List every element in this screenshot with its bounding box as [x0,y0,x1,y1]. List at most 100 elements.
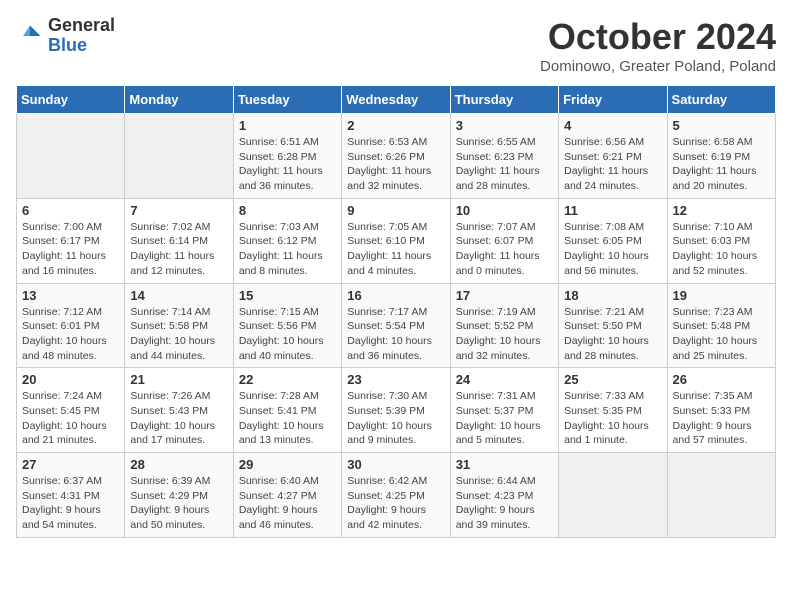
calendar-week-row: 13 Sunrise: 7:12 AM Sunset: 6:01 PM Dayli… [17,283,776,368]
calendar-cell: 9 Sunrise: 7:05 AM Sunset: 6:10 PM Daylig… [342,198,450,283]
calendar-cell: 25 Sunrise: 7:33 AM Sunset: 5:35 PM Dayli… [559,368,667,453]
day-number: 22 [239,372,336,387]
day-detail: Sunrise: 6:55 AM Sunset: 6:23 PM Dayligh… [456,135,553,194]
calendar-week-row: 1 Sunrise: 6:51 AM Sunset: 6:28 PM Daylig… [17,114,776,199]
day-number: 14 [130,288,227,303]
calendar-cell: 15 Sunrise: 7:15 AM Sunset: 5:56 PM Dayli… [233,283,341,368]
calendar-cell: 12Sunrise: 7:10 AM Sunset: 6:03 PM Dayli… [667,198,775,283]
calendar-cell: 8Sunrise: 7:03 AM Sunset: 6:12 PM Daylig… [233,198,341,283]
calendar-cell: 23 Sunrise: 7:30 AM Sunset: 5:39 PM Dayli… [342,368,450,453]
day-detail: Sunrise: 7:05 AM Sunset: 6:10 PM Dayligh… [347,220,444,279]
calendar-cell: 2 Sunrise: 6:53 AM Sunset: 6:26 PM Daylig… [342,114,450,199]
page-header: General Blue October 2024 Dominowo, Grea… [16,16,776,75]
day-number: 25 [564,372,661,387]
day-number: 13 [22,288,119,303]
calendar-week-row: 27 Sunrise: 6:37 AM Sunset: 4:31 PM Dayli… [17,453,776,538]
day-number: 15 [239,288,336,303]
calendar-week-row: 20 Sunrise: 7:24 AM Sunset: 5:45 PM Dayli… [17,368,776,453]
calendar-cell: 20 Sunrise: 7:24 AM Sunset: 5:45 PM Dayli… [17,368,125,453]
weekday-header-wednesday: Wednesday [342,86,450,114]
calendar-cell: 1 Sunrise: 6:51 AM Sunset: 6:28 PM Daylig… [233,114,341,199]
calendar-cell: 18Sunrise: 7:21 AM Sunset: 5:50 PM Dayli… [559,283,667,368]
weekday-header-row: SundayMondayTuesdayWednesdayThursdayFrid… [17,86,776,114]
day-number: 9 [347,203,444,218]
day-number: 26 [673,372,770,387]
day-number: 27 [22,457,119,472]
weekday-header-sunday: Sunday [17,86,125,114]
day-number: 4 [564,118,661,133]
calendar-cell: 3 Sunrise: 6:55 AM Sunset: 6:23 PM Daylig… [450,114,558,199]
calendar-table: SundayMondayTuesdayWednesdayThursdayFrid… [16,85,776,538]
day-number: 2 [347,118,444,133]
day-detail: Sunrise: 7:08 AM Sunset: 6:05 PM Dayligh… [564,220,661,279]
day-number: 21 [130,372,227,387]
weekday-header-friday: Friday [559,86,667,114]
day-detail: Sunrise: 7:31 AM Sunset: 5:37 PM Dayligh… [456,389,553,448]
logo-general: General [48,15,115,35]
day-detail: Sunrise: 6:53 AM Sunset: 6:26 PM Dayligh… [347,135,444,194]
day-number: 5 [673,118,770,133]
calendar-cell: 4Sunrise: 6:56 AM Sunset: 6:21 PM Daylig… [559,114,667,199]
day-number: 10 [456,203,553,218]
logo-blue: Blue [48,35,87,55]
calendar-cell: 10 Sunrise: 7:07 AM Sunset: 6:07 PM Dayli… [450,198,558,283]
calendar-cell: 31 Sunrise: 6:44 AM Sunset: 4:23 PM Dayli… [450,453,558,538]
calendar-cell: 7 Sunrise: 7:02 AM Sunset: 6:14 PM Daylig… [125,198,233,283]
weekday-header-thursday: Thursday [450,86,558,114]
day-number: 23 [347,372,444,387]
day-detail: Sunrise: 7:33 AM Sunset: 5:35 PM Dayligh… [564,389,661,448]
calendar-cell [125,114,233,199]
location: Dominowo, Greater Poland, Poland [540,58,776,75]
day-number: 17 [456,288,553,303]
day-detail: Sunrise: 7:12 AM Sunset: 6:01 PM Dayligh… [22,305,119,364]
day-detail: Sunrise: 7:00 AM Sunset: 6:17 PM Dayligh… [22,220,119,279]
calendar-cell: 29Sunrise: 6:40 AM Sunset: 4:27 PM Dayli… [233,453,341,538]
day-number: 31 [456,457,553,472]
day-detail: Sunrise: 6:44 AM Sunset: 4:23 PM Dayligh… [456,474,553,533]
day-number: 29 [239,457,336,472]
logo-text: General Blue [48,16,115,56]
day-number: 6 [22,203,119,218]
day-number: 1 [239,118,336,133]
day-number: 28 [130,457,227,472]
day-detail: Sunrise: 7:35 AM Sunset: 5:33 PM Dayligh… [673,389,770,448]
calendar-week-row: 6 Sunrise: 7:00 AM Sunset: 6:17 PM Daylig… [17,198,776,283]
day-number: 30 [347,457,444,472]
day-detail: Sunrise: 7:19 AM Sunset: 5:52 PM Dayligh… [456,305,553,364]
day-number: 24 [456,372,553,387]
day-detail: Sunrise: 7:23 AM Sunset: 5:48 PM Dayligh… [673,305,770,364]
calendar-cell [667,453,775,538]
day-number: 3 [456,118,553,133]
day-detail: Sunrise: 7:15 AM Sunset: 5:56 PM Dayligh… [239,305,336,364]
calendar-cell: 17 Sunrise: 7:19 AM Sunset: 5:52 PM Dayli… [450,283,558,368]
day-detail: Sunrise: 6:58 AM Sunset: 6:19 PM Dayligh… [673,135,770,194]
day-number: 19 [673,288,770,303]
day-detail: Sunrise: 6:37 AM Sunset: 4:31 PM Dayligh… [22,474,119,533]
day-detail: Sunrise: 7:24 AM Sunset: 5:45 PM Dayligh… [22,389,119,448]
day-detail: Sunrise: 7:02 AM Sunset: 6:14 PM Dayligh… [130,220,227,279]
calendar-cell: 19 Sunrise: 7:23 AM Sunset: 5:48 PM Dayli… [667,283,775,368]
calendar-cell: 22 Sunrise: 7:28 AM Sunset: 5:41 PM Dayli… [233,368,341,453]
day-number: 16 [347,288,444,303]
day-detail: Sunrise: 7:26 AM Sunset: 5:43 PM Dayligh… [130,389,227,448]
calendar-cell: 26 Sunrise: 7:35 AM Sunset: 5:33 PM Dayli… [667,368,775,453]
day-number: 20 [22,372,119,387]
day-number: 7 [130,203,227,218]
logo: General Blue [16,16,115,56]
day-detail: Sunrise: 7:03 AM Sunset: 6:12 PM Dayligh… [239,220,336,279]
day-detail: Sunrise: 7:28 AM Sunset: 5:41 PM Dayligh… [239,389,336,448]
weekday-header-monday: Monday [125,86,233,114]
day-detail: Sunrise: 7:14 AM Sunset: 5:58 PM Dayligh… [130,305,227,364]
weekday-header-saturday: Saturday [667,86,775,114]
title-block: October 2024 Dominowo, Greater Poland, P… [540,16,776,75]
calendar-cell [559,453,667,538]
day-detail: Sunrise: 6:42 AM Sunset: 4:25 PM Dayligh… [347,474,444,533]
day-detail: Sunrise: 7:21 AM Sunset: 5:50 PM Dayligh… [564,305,661,364]
day-number: 12 [673,203,770,218]
calendar-cell: 30 Sunrise: 6:42 AM Sunset: 4:25 PM Dayli… [342,453,450,538]
calendar-cell: 5 Sunrise: 6:58 AM Sunset: 6:19 PM Daylig… [667,114,775,199]
day-detail: Sunrise: 6:51 AM Sunset: 6:28 PM Dayligh… [239,135,336,194]
day-detail: Sunrise: 7:07 AM Sunset: 6:07 PM Dayligh… [456,220,553,279]
day-detail: Sunrise: 7:30 AM Sunset: 5:39 PM Dayligh… [347,389,444,448]
calendar-cell: 11Sunrise: 7:08 AM Sunset: 6:05 PM Dayli… [559,198,667,283]
